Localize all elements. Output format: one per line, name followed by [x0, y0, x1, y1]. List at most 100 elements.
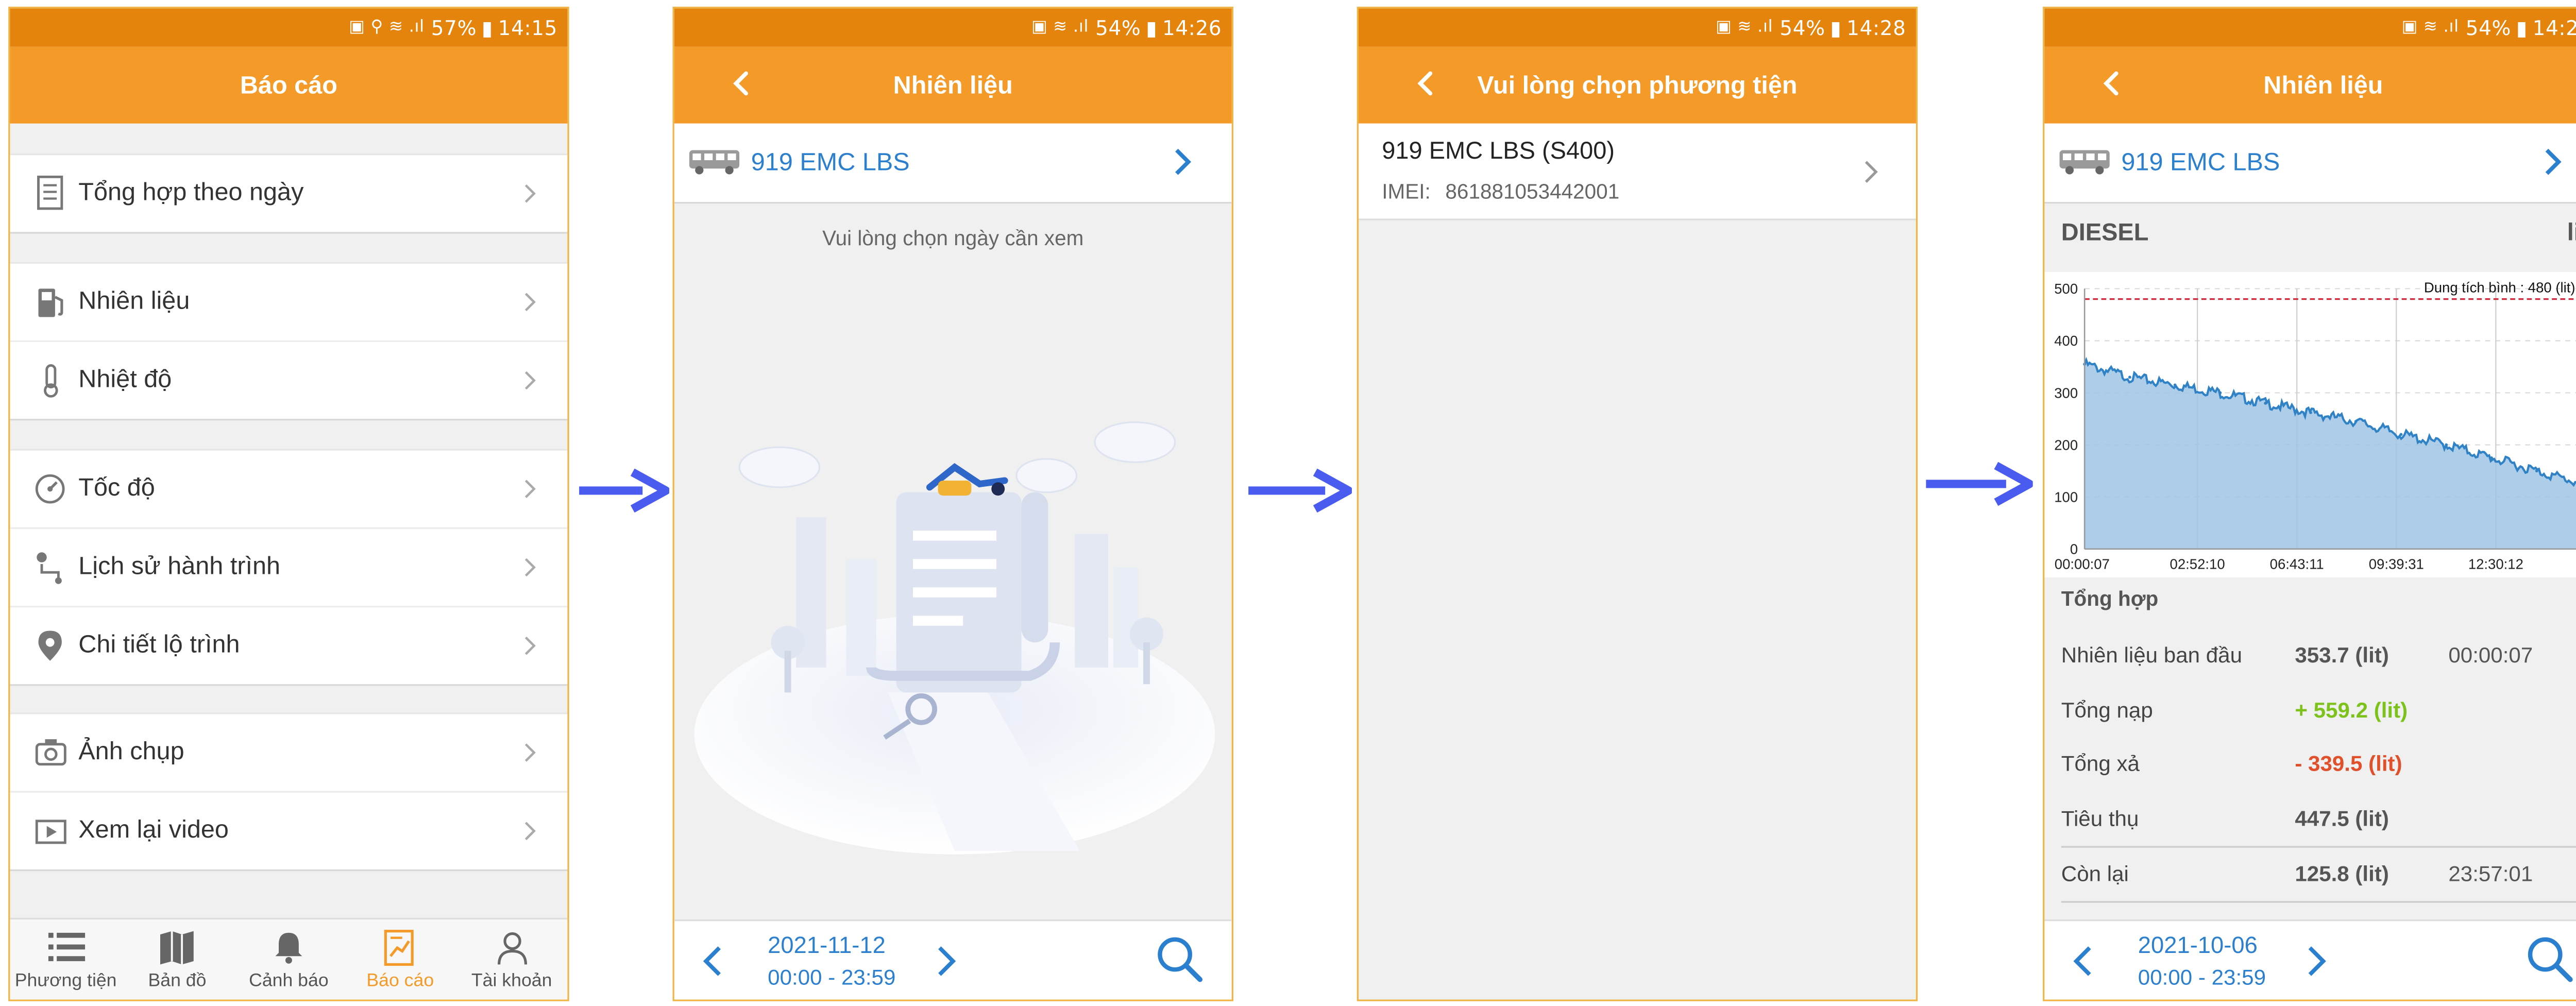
vehicle-list-item[interactable]: 919 EMC LBS (S400) IMEI: 861881053442001: [1358, 123, 1916, 220]
summary-value: 447.5 (lit): [2295, 805, 2389, 830]
nav-item-label: Bản đồ: [148, 971, 207, 992]
page-title: Nhiên liệu: [893, 71, 1013, 99]
summary-label: Tiêu thụ: [2061, 805, 2139, 830]
data-point: [2218, 391, 2222, 395]
summary-label: Nhiên liệu ban đầu: [2061, 642, 2243, 668]
chevron-right-icon: [524, 184, 536, 203]
summary-row: Còn lại 125.8 (lit) 23:57:01: [2061, 846, 2576, 903]
chevron-right-icon: [2545, 148, 2562, 175]
nav-item-label: Cảnh báo: [249, 971, 329, 992]
page-title: Nhiên liệu: [2263, 71, 2383, 99]
menu-item[interactable]: Chi tiết lộ trình: [10, 605, 568, 684]
prev-date-icon[interactable]: [2071, 945, 2094, 978]
summary-label: Tổng xả: [2061, 751, 2140, 776]
summary-row: Tổng nạp + 559.2 (lit): [2061, 684, 2576, 737]
data-point: [2490, 456, 2493, 459]
chevron-right-icon: [524, 743, 536, 762]
data-point: [2173, 383, 2177, 387]
vehicle-name: 919 EMC LBS: [2121, 148, 2280, 177]
back-arrow-icon[interactable]: [2088, 60, 2135, 107]
y-tick-label: 200: [2054, 437, 2078, 453]
menu-item[interactable]: Tốc độ: [10, 451, 567, 527]
summary-title: Tổng hợp: [2061, 587, 2159, 611]
nav-item-label: Tài khoản: [471, 971, 552, 992]
nav-item[interactable]: Bản đồ: [122, 919, 233, 999]
map-icon: [160, 931, 194, 965]
x-tick-label: 00:00:07: [2055, 556, 2110, 572]
search-icon[interactable]: [2525, 934, 2575, 984]
vehicle-name: 919 EMC LBS: [751, 148, 910, 177]
imei-value: 861881053442001: [1445, 180, 1620, 204]
battery-icon: ▮: [2516, 15, 2528, 40]
menu-item[interactable]: Nhiệt độ: [10, 340, 568, 419]
menu-group: Tốc độ Lịch sử hành trình Chi tiết lộ trìn…: [10, 449, 568, 686]
stage: ▣ ⚲ ≋ .ıl 57% ▮ 14:15 Báo cáo Tổng hợp t…: [0, 0, 2576, 1006]
next-date-icon[interactable]: [2305, 945, 2328, 978]
selected-date[interactable]: 2021-10-06: [2138, 931, 2258, 958]
chevron-right-icon: [524, 636, 536, 655]
bus-icon: [689, 150, 740, 175]
menu-item-label: Nhiệt độ: [78, 365, 172, 394]
vehicle-selector[interactable]: 919 EMC LBS: [2044, 123, 2576, 204]
menu-item[interactable]: Tổng hợp theo ngày: [10, 155, 567, 232]
back-arrow-icon[interactable]: [718, 60, 765, 107]
clock: 14:15: [498, 15, 557, 40]
menu-item-label: Chi tiết lộ trình: [78, 630, 240, 659]
bell-icon: [275, 932, 302, 964]
menu-item[interactable]: Nhiên liệu: [10, 264, 567, 340]
video-icon: [35, 820, 66, 844]
menu-item[interactable]: Xem lại video: [10, 791, 568, 869]
x-tick-label: 06:43:11: [2270, 556, 2324, 572]
data-point: [2445, 443, 2448, 447]
status-bar: ▣ ⚲ ≋ .ıl 57% ▮ 14:15: [10, 8, 568, 47]
next-date-icon[interactable]: [935, 945, 958, 978]
date-selector-bar: 2021-11-12 00:00 - 23:59: [674, 919, 1232, 1000]
back-arrow-icon[interactable]: [1402, 60, 1449, 107]
route-history-icon: [37, 552, 62, 584]
battery-level: 54%: [2465, 15, 2512, 40]
summary-label: Còn lại: [2061, 861, 2129, 886]
nav-item-label: Báo cáo: [366, 971, 434, 992]
chevron-right-icon: [1865, 161, 1878, 183]
menu-item[interactable]: Ảnh chụp: [10, 714, 567, 791]
menu-group: Tổng hợp theo ngày: [10, 154, 568, 234]
selected-date[interactable]: 2021-11-12: [768, 931, 886, 958]
flow-arrow-icon: [1248, 468, 1352, 513]
time-range: 00:00 - 23:59: [2138, 964, 2266, 990]
search-icon[interactable]: [1155, 934, 1205, 984]
status-icons: ▣ ⚲ ≋ .ıl: [349, 18, 425, 37]
y-tick-label: 300: [2054, 385, 2078, 401]
battery-icon: ▮: [1830, 15, 1842, 40]
prev-date-icon[interactable]: [701, 945, 724, 978]
page-title-bar: Nhiên liệu: [674, 46, 1232, 124]
vehicle-selector[interactable]: 919 EMC LBS: [674, 123, 1232, 204]
menu-item[interactable]: Lịch sử hành trình: [10, 527, 568, 606]
empty-hint: Vui lòng chọn ngày cần xem: [822, 227, 1084, 250]
fuel-pump-icon: [38, 288, 63, 317]
nav-item[interactable]: Cảnh báo: [233, 919, 344, 999]
bottom-navigation: Phương tiện Bản đồ Cảnh báo Báo cáo Tài khoả…: [10, 917, 568, 1000]
chevron-right-icon: [524, 558, 536, 577]
y-tick-label: 100: [2054, 489, 2078, 505]
date-selector-bar: 2021-10-06 00:00 - 23:59: [2044, 919, 2576, 1000]
clock: 14:27: [2532, 15, 2576, 40]
nav-item[interactable]: Báo cáo: [345, 919, 456, 999]
nav-item[interactable]: Phương tiện: [10, 919, 121, 999]
flow-arrow-icon: [579, 468, 670, 513]
page-title: Báo cáo: [240, 71, 337, 99]
menu-group: Nhiên liệu Nhiệt độ: [10, 262, 568, 421]
summary-value: + 559.2 (lit): [2295, 696, 2408, 722]
summary-row: Tổng xả - 339.5 (lit): [2061, 738, 2576, 791]
summary-value: 125.8 (lit): [2295, 861, 2389, 886]
fuel-type: DIESEL: [2061, 220, 2149, 247]
data-point: [2309, 411, 2312, 414]
y-tick-label: 0: [2070, 541, 2078, 557]
nav-item[interactable]: Tài khoản: [456, 919, 567, 999]
battery-level: 54%: [1780, 15, 1825, 40]
clock: 14:26: [1162, 15, 1222, 40]
data-point: [2264, 401, 2267, 405]
battery-level: 54%: [1095, 15, 1141, 40]
chevron-right-icon: [524, 371, 536, 390]
phone-screen-vehicle-select: ▣ ≋ .ıl 54% ▮ 14:28 Vui lòng chọn phương…: [1357, 6, 1918, 1001]
clock: 14:28: [1846, 15, 1906, 40]
